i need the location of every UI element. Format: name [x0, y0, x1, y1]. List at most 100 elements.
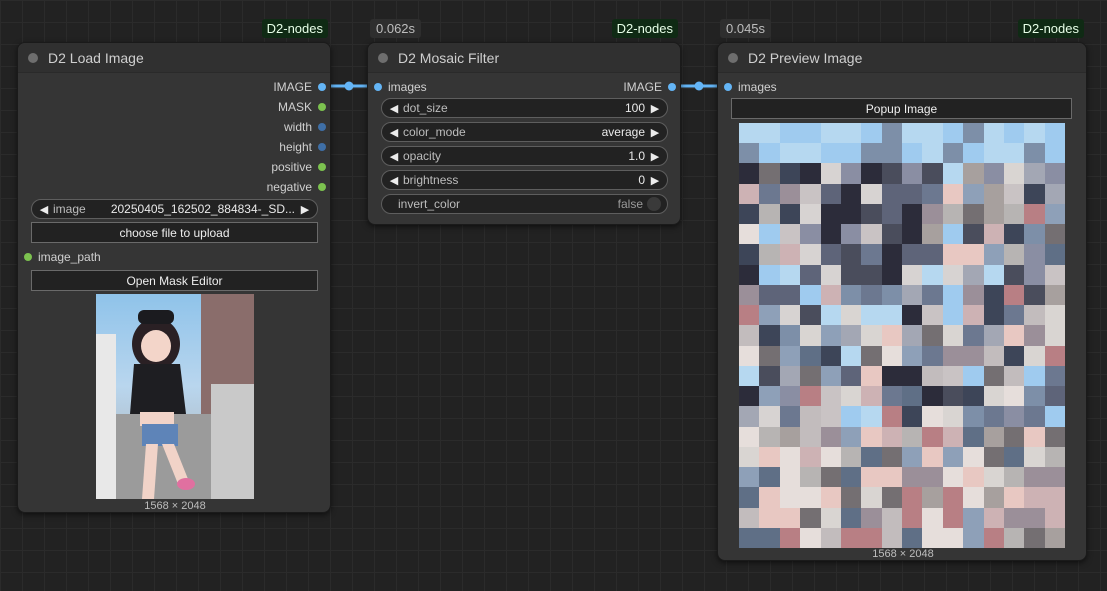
mosaic-cell [902, 183, 923, 204]
mosaic-cell [779, 143, 801, 164]
mosaic-cell [1024, 406, 1045, 427]
dot-size-widget[interactable]: ◀ dot_size 100 ▶ [381, 98, 668, 118]
mosaic-cell [922, 244, 943, 265]
mosaic-cell [759, 467, 780, 488]
output-height[interactable]: height [279, 139, 326, 155]
mosaic-cell [963, 143, 984, 164]
mosaic-cell [881, 507, 902, 528]
opacity-widget[interactable]: ◀ opacity 1.0 ▶ [381, 146, 668, 166]
mosaic-cell [840, 143, 862, 164]
output-socket-icon[interactable] [318, 163, 326, 171]
mosaic-cell [739, 123, 760, 144]
output-width[interactable]: width [284, 119, 326, 135]
node-header[interactable]: D2 Mosaic Filter [368, 43, 680, 73]
upload-button[interactable]: choose file to upload [31, 222, 318, 243]
mosaic-cell [922, 203, 943, 225]
mosaic-cell [922, 487, 943, 508]
input-image-path[interactable]: image_path [24, 249, 101, 265]
collapse-dot-icon[interactable] [378, 52, 388, 63]
mosaic-cell [861, 305, 882, 326]
mosaic-cell [820, 345, 841, 366]
brightness-widget[interactable]: ◀ brightness 0 ▶ [381, 170, 668, 190]
mosaic-cell [1024, 426, 1045, 447]
output-mask[interactable]: MASK [278, 99, 326, 115]
mosaic-cell [840, 507, 862, 528]
popup-image-button[interactable]: Popup Image [731, 98, 1072, 119]
mosaic-cell [820, 325, 841, 346]
mosaic-cell [820, 163, 841, 184]
widget-value: average [601, 125, 645, 139]
mosaic-cell [963, 386, 984, 407]
open-mask-editor-button[interactable]: Open Mask Editor [31, 270, 318, 291]
mosaic-cell [840, 325, 862, 346]
output-socket-icon[interactable] [318, 183, 326, 191]
arrow-right-icon[interactable]: ▶ [299, 203, 311, 216]
output-socket-icon[interactable] [668, 83, 676, 91]
node-header[interactable]: D2 Preview Image [718, 43, 1086, 73]
invert-color-toggle[interactable]: invert_color false [381, 194, 668, 214]
collapse-dot-icon[interactable] [28, 52, 38, 63]
input-socket-icon[interactable] [24, 253, 32, 261]
arrow-right-icon[interactable]: ▶ [649, 150, 661, 163]
output-image[interactable]: IMAGE [273, 79, 326, 95]
color-mode-widget[interactable]: ◀ color_mode average ▶ [381, 122, 668, 142]
mosaic-cell [861, 406, 882, 427]
arrow-right-icon[interactable]: ▶ [649, 126, 661, 139]
mosaic-cell [800, 487, 821, 508]
input-images[interactable]: images [374, 79, 427, 95]
mosaic-cell [983, 183, 1004, 204]
arrow-left-icon[interactable]: ◀ [388, 150, 400, 163]
mosaic-cell [1003, 264, 1025, 285]
arrow-right-icon[interactable]: ▶ [649, 102, 661, 115]
mosaic-cell [779, 527, 801, 548]
toggle-off-icon[interactable] [647, 197, 661, 211]
output-socket-icon[interactable] [318, 103, 326, 111]
input-socket-icon[interactable] [724, 83, 732, 91]
mosaic-cell [963, 305, 984, 326]
mosaic-cell [942, 325, 964, 346]
output-positive[interactable]: positive [271, 159, 326, 175]
mosaic-cell [779, 284, 801, 306]
mosaic-cell [820, 143, 841, 164]
mosaic-cell [1003, 123, 1025, 144]
mosaic-cell [963, 487, 984, 508]
image-size-caption: 1568 × 2048 [144, 500, 206, 512]
collapse-dot-icon[interactable] [728, 52, 738, 63]
mosaic-cell [902, 163, 923, 184]
arrow-left-icon[interactable]: ◀ [388, 102, 400, 115]
arrow-left-icon[interactable]: ◀ [388, 174, 400, 187]
output-negative[interactable]: negative [267, 179, 326, 195]
arrow-left-icon[interactable]: ◀ [38, 203, 50, 216]
output-socket-icon[interactable] [318, 143, 326, 151]
mosaic-cell [1003, 345, 1025, 366]
output-socket-icon[interactable] [318, 83, 326, 91]
mosaic-cell [922, 467, 943, 488]
mosaic-cell [739, 345, 760, 366]
mosaic-cell [800, 345, 821, 366]
mosaic-cell [1044, 467, 1065, 488]
mosaic-cell [922, 224, 943, 245]
mosaic-cell [1024, 467, 1045, 488]
mosaic-cell [779, 163, 801, 184]
mosaic-cell [840, 244, 862, 265]
input-images[interactable]: images [724, 79, 777, 95]
arrow-left-icon[interactable]: ◀ [388, 126, 400, 139]
mosaic-cell [840, 426, 862, 447]
mosaic-cell [1024, 264, 1045, 285]
arrow-right-icon[interactable]: ▶ [649, 174, 661, 187]
node-header[interactable]: D2 Load Image [18, 43, 330, 73]
widget-label: dot_size [403, 101, 448, 115]
node-badge: D2-nodes [1017, 19, 1084, 38]
mosaic-cell [840, 183, 862, 204]
node-load-image[interactable]: D2-nodes D2 Load Image IMAGE MASK width … [17, 19, 331, 513]
output-socket-icon[interactable] [318, 123, 326, 131]
mosaic-cell [739, 386, 760, 407]
image-combo-widget[interactable]: ◀ image 20250405_162502_884834-_SD... ▶ [31, 199, 318, 219]
mosaic-cell [902, 386, 923, 407]
node-mosaic-filter[interactable]: 0.062s D2-nodes D2 Mosaic Filter images … [367, 19, 681, 225]
output-image[interactable]: IMAGE [623, 79, 676, 95]
mosaic-cell [739, 224, 760, 245]
mosaic-cell [1044, 163, 1065, 184]
node-preview-image[interactable]: 0.045s D2-nodes D2 Preview Image images … [717, 19, 1087, 561]
input-socket-icon[interactable] [374, 83, 382, 91]
